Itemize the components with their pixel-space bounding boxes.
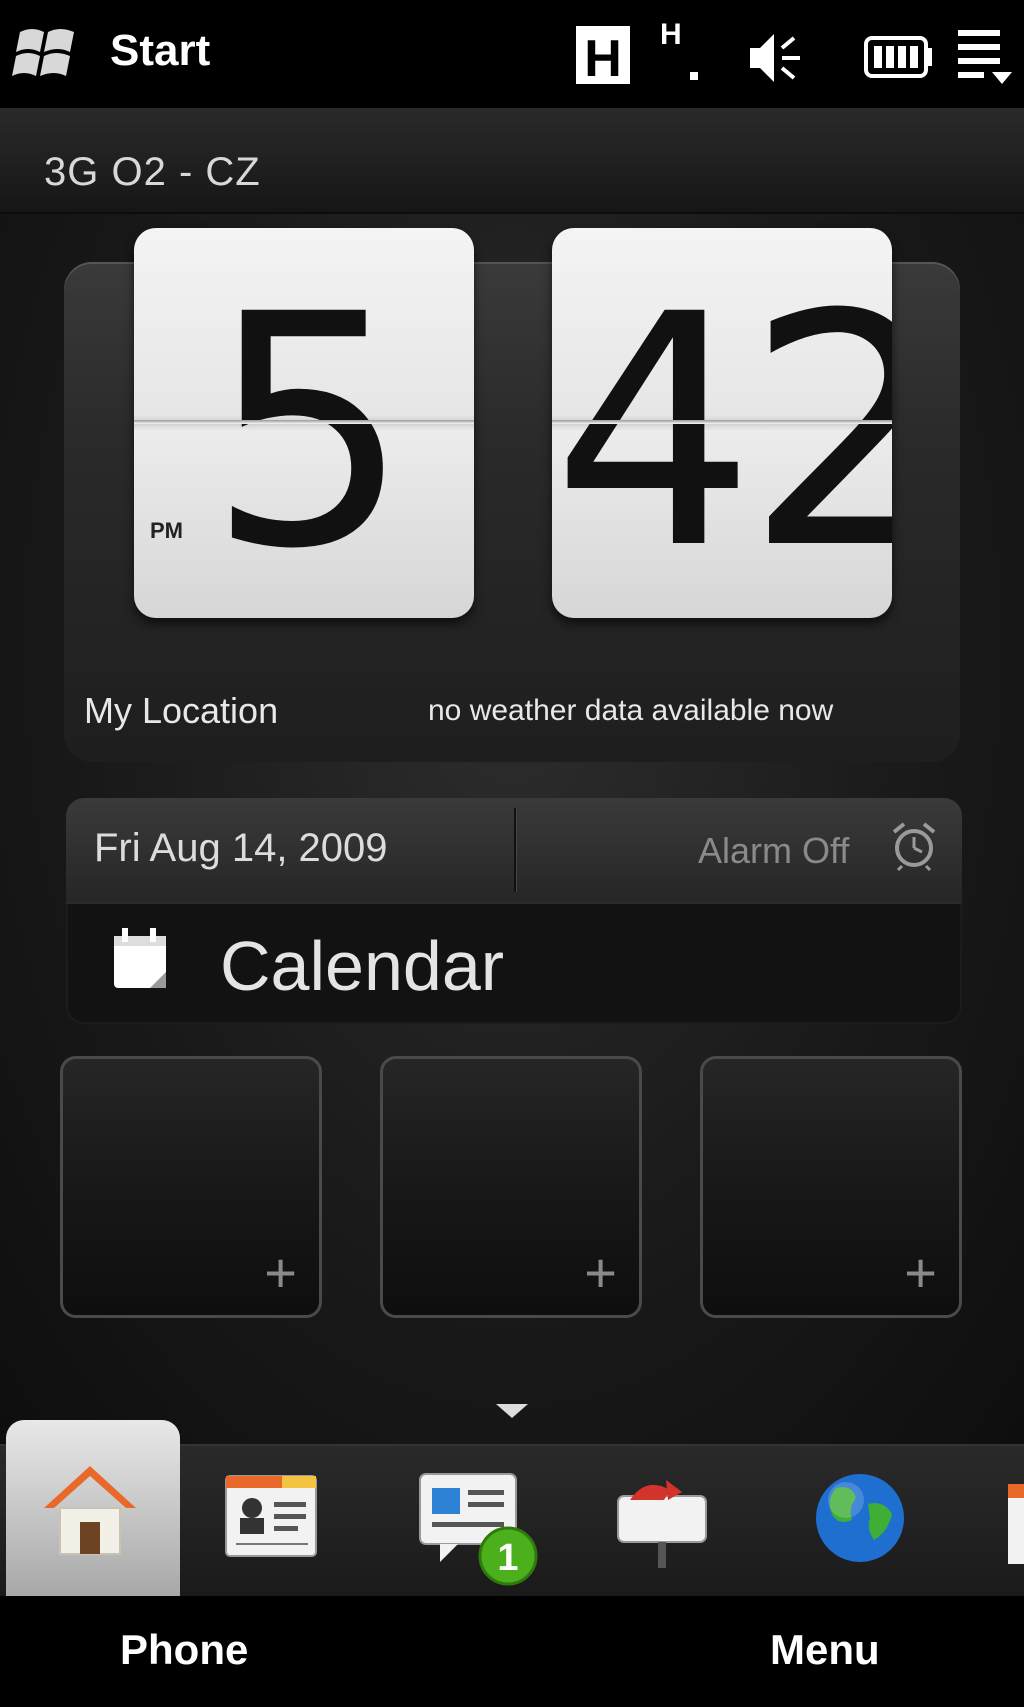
people-icon[interactable]: [222, 1470, 322, 1562]
globe-icon[interactable]: [812, 1470, 908, 1566]
calendar-separator: [66, 902, 962, 904]
flip-hinge: [134, 420, 474, 424]
windows-logo-icon[interactable]: [12, 22, 82, 84]
network-activity-icon: [690, 72, 698, 80]
shortcut-slot-2[interactable]: +: [380, 1056, 642, 1318]
flip-hinge: [552, 420, 892, 424]
alarm-status[interactable]: Alarm Off: [698, 830, 849, 872]
svg-text:1: 1: [497, 1537, 518, 1579]
menu-softkey[interactable]: Menu: [770, 1626, 880, 1674]
speaker-icon[interactable]: [748, 30, 808, 86]
signal-menu-icon[interactable]: [956, 26, 1014, 86]
network-h-small-label: H: [660, 18, 682, 51]
clock-minute: 42: [552, 247, 892, 618]
messages-icon[interactable]: 1: [418, 1470, 542, 1588]
weather-status[interactable]: no weather data available now: [428, 694, 833, 728]
calendar-button[interactable]: Calendar: [220, 926, 504, 1006]
calendar-icon: [114, 928, 166, 988]
shortcut-slot-3[interactable]: +: [700, 1056, 962, 1318]
battery-icon[interactable]: [864, 36, 934, 78]
home-icon[interactable]: [38, 1460, 142, 1560]
add-shortcut-icon: +: [904, 1241, 937, 1304]
add-shortcut-icon: +: [264, 1241, 297, 1304]
location-label[interactable]: My Location: [84, 690, 278, 732]
alarm-clock-icon[interactable]: [890, 820, 938, 872]
clock-hour: 5: [207, 247, 411, 618]
clock-ampm: PM: [150, 518, 183, 543]
shortcut-slot-1[interactable]: +: [60, 1056, 322, 1318]
date-label[interactable]: Fri Aug 14, 2009: [94, 826, 388, 871]
operator-name: 3G O2 - CZ: [44, 150, 261, 194]
add-shortcut-icon: +: [584, 1241, 617, 1304]
expand-arrow-icon[interactable]: [494, 1402, 530, 1420]
date-divider: [514, 808, 516, 892]
phone-softkey[interactable]: Phone: [120, 1626, 248, 1674]
clock-hour-card[interactable]: 5: [134, 228, 474, 618]
mailbox-icon[interactable]: [610, 1470, 714, 1570]
more-tabs-icon[interactable]: [1006, 1484, 1024, 1564]
clock-minute-card[interactable]: 42: [552, 228, 892, 618]
start-button[interactable]: Start: [110, 26, 210, 76]
network-h-icon[interactable]: H: [572, 22, 634, 88]
